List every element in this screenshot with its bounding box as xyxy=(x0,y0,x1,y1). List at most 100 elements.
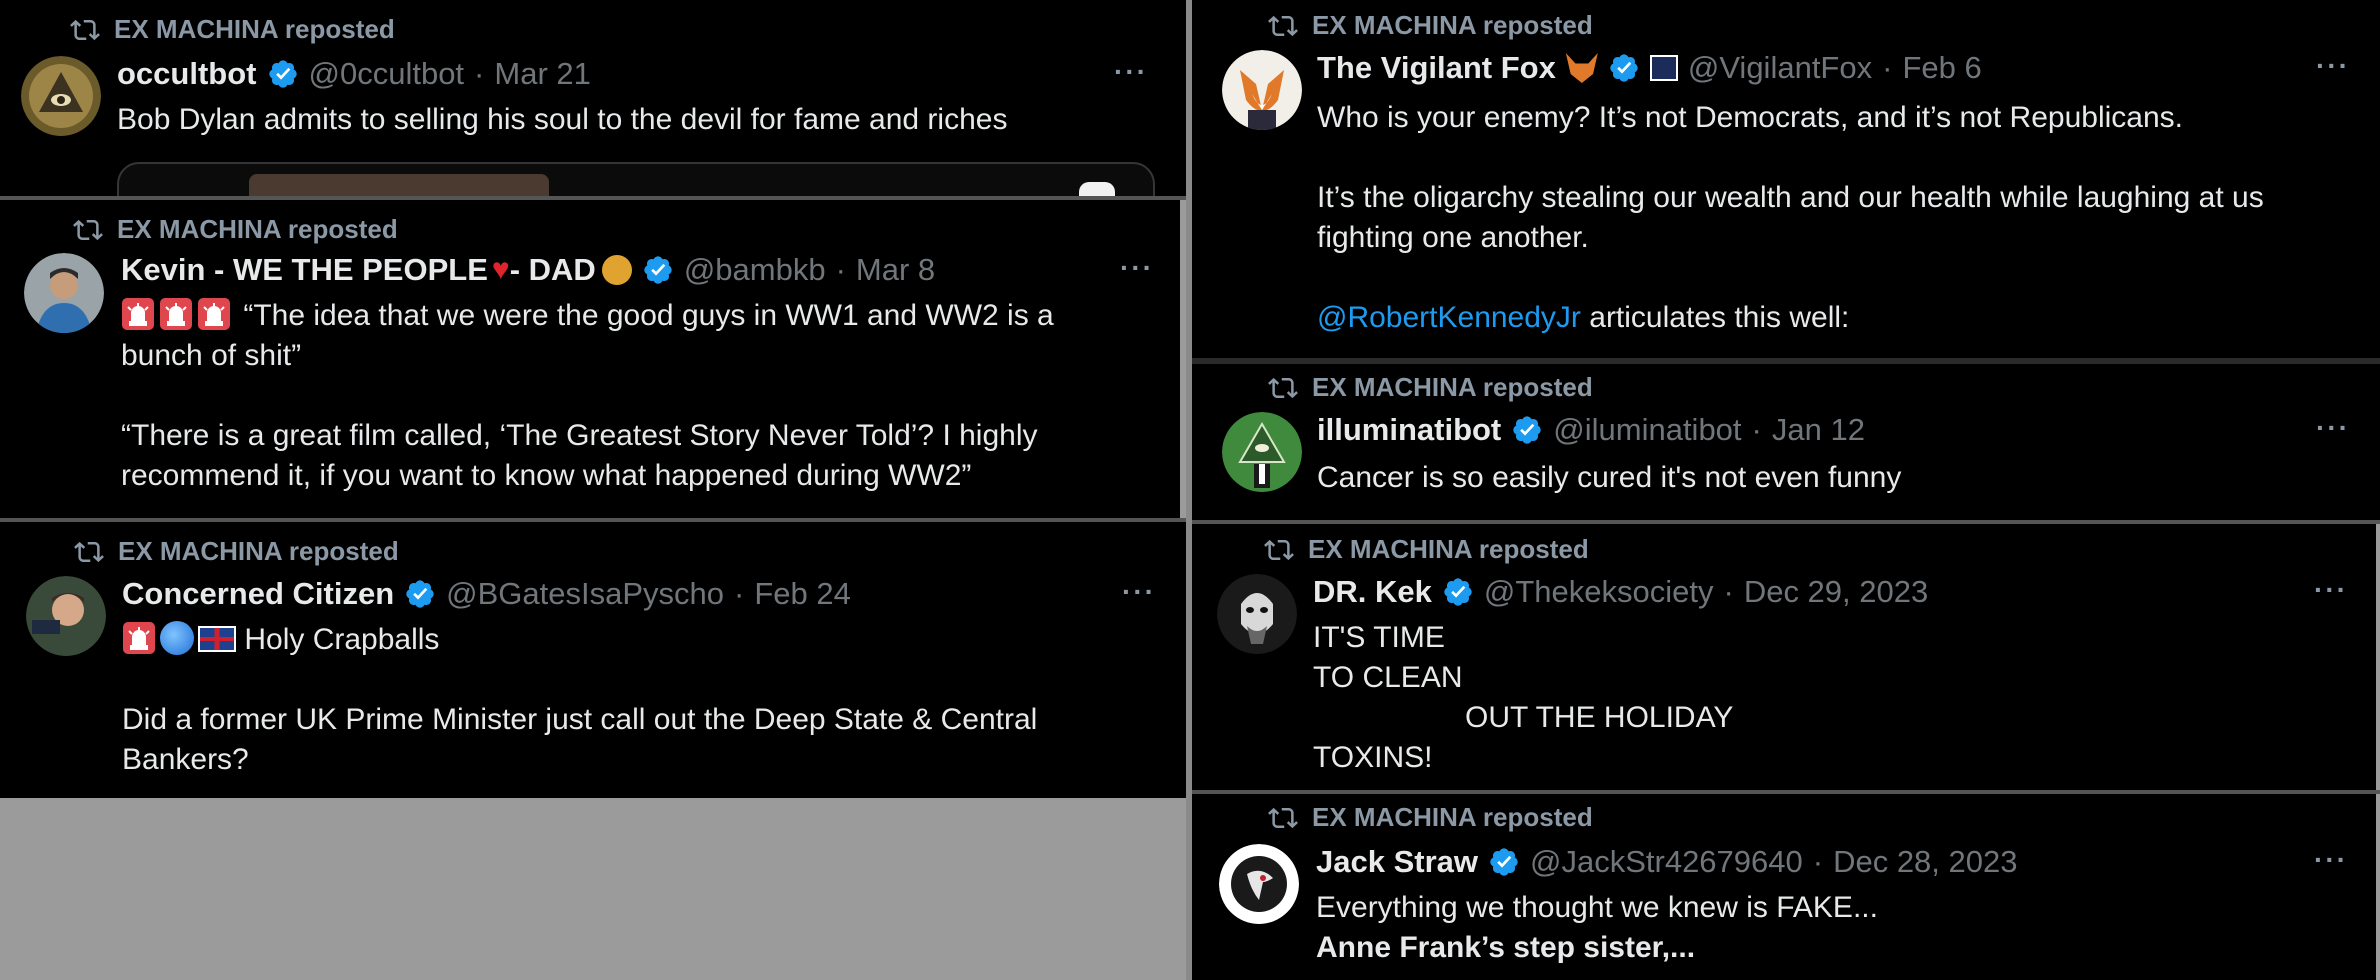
more-options-icon[interactable]: ··· xyxy=(2314,844,2348,876)
handle[interactable]: @Thekeksociety xyxy=(1484,574,1714,610)
repost-icon xyxy=(74,537,104,567)
display-name[interactable]: Concerned Citizen xyxy=(122,576,394,612)
uk-flag-icon xyxy=(198,626,236,652)
mention-link[interactable]: @RobertKennedyJr xyxy=(1317,301,1581,334)
siren-icon xyxy=(122,623,160,656)
tweet-card-occultbot[interactable]: EX MACHINA reposted occultbot @0ccultbot… xyxy=(0,0,1186,196)
verified-badge-icon xyxy=(1442,576,1474,608)
tweet-card-vigilant-fox[interactable]: EX MACHINA reposted The Vigilant Fox @Vi… xyxy=(1192,0,2380,358)
timestamp[interactable]: Feb 24 xyxy=(754,576,851,612)
repost-icon xyxy=(70,15,100,45)
siren-icon xyxy=(159,299,197,332)
row-divider xyxy=(1192,790,2380,794)
separator-dot: · xyxy=(474,56,485,91)
repost-label: EX MACHINA reposted xyxy=(1308,534,1589,564)
repost-icon xyxy=(1268,373,1298,403)
avatar[interactable] xyxy=(1222,412,1302,492)
more-options-icon[interactable]: ··· xyxy=(1122,576,1156,608)
more-options-icon[interactable]: ··· xyxy=(2316,412,2350,444)
separator-dot: · xyxy=(1751,412,1762,447)
tweet-text: Everything we thought we knew is FAKE...… xyxy=(1316,891,1878,964)
tweet-header: Kevin - WE THE PEOPLE ♥ - DAD @bambkb · … xyxy=(121,252,935,288)
row-divider xyxy=(1192,358,2380,364)
display-name[interactable]: Jack Straw xyxy=(1316,844,1478,880)
display-name[interactable]: occultbot xyxy=(117,56,257,92)
tweet-card-dr-kek[interactable]: EX MACHINA reposted DR. Kek @Thekeksocie… xyxy=(1192,524,2376,790)
more-options-icon[interactable]: ··· xyxy=(1120,252,1154,284)
repost-icon xyxy=(1268,803,1298,833)
tweet-card-jack-straw[interactable]: EX MACHINA reposted Jack Straw @JackStr4… xyxy=(1192,794,2376,980)
siren-icon xyxy=(197,299,235,332)
repost-icon xyxy=(73,215,103,245)
tweet-text: “The idea that we were the good guys in … xyxy=(121,299,1063,492)
timestamp[interactable]: Jan 12 xyxy=(1772,412,1865,448)
repost-indicator: EX MACHINA reposted xyxy=(70,14,395,45)
avatar[interactable] xyxy=(1222,50,1302,130)
repost-indicator: EX MACHINA reposted xyxy=(1268,10,1593,41)
handle[interactable]: @BGatesIsaPyscho xyxy=(446,576,724,612)
avatar[interactable] xyxy=(1217,574,1297,654)
display-name[interactable]: The Vigilant Fox xyxy=(1317,50,1556,86)
avatar[interactable] xyxy=(21,56,101,136)
separator-dot: · xyxy=(734,576,745,611)
affiliate-badge-icon xyxy=(1649,55,1678,81)
tweet-header: Jack Straw @JackStr42679640 · Dec 28, 20… xyxy=(1316,844,2018,880)
handle[interactable]: @VigilantFox xyxy=(1688,50,1872,86)
timestamp[interactable]: Dec 29, 2023 xyxy=(1744,574,1928,610)
pyramid-avatar-icon xyxy=(1222,412,1302,492)
tweet-header: Concerned Citizen @BGatesIsaPyscho · Feb… xyxy=(122,576,851,612)
tweet-header: illuminatibot @iluminatibot · Jan 12 xyxy=(1317,412,1865,448)
verified-badge-icon xyxy=(404,578,436,610)
more-options-icon[interactable]: ··· xyxy=(1114,56,1148,88)
handle[interactable]: @iluminatibot xyxy=(1553,412,1741,448)
repost-indicator: EX MACHINA reposted xyxy=(1268,372,1593,403)
lion-icon xyxy=(601,255,632,285)
repost-label: EX MACHINA reposted xyxy=(118,536,399,566)
row-divider xyxy=(0,196,1186,200)
more-options-icon[interactable]: ··· xyxy=(2316,50,2350,82)
media-preview[interactable] xyxy=(117,162,1155,196)
timestamp[interactable]: Dec 28, 2023 xyxy=(1833,844,2017,880)
repost-label: EX MACHINA reposted xyxy=(1312,802,1593,832)
row-divider xyxy=(1192,520,2380,524)
handle[interactable]: @0ccultbot xyxy=(309,56,465,92)
globe-icon xyxy=(160,621,194,655)
repost-label: EX MACHINA reposted xyxy=(1312,10,1593,40)
display-name[interactable]: Kevin - WE THE PEOPLE xyxy=(121,252,488,288)
timestamp[interactable]: Mar 21 xyxy=(494,56,590,92)
tweet-header: occultbot @0ccultbot · Mar 21 xyxy=(117,56,591,92)
timestamp[interactable]: Mar 8 xyxy=(856,252,935,288)
verified-badge-icon xyxy=(1488,846,1520,878)
repost-label: EX MACHINA reposted xyxy=(114,14,395,44)
display-name[interactable]: DR. Kek xyxy=(1313,574,1432,610)
fox-avatar-icon xyxy=(1222,50,1302,130)
tweet-card-concerned-citizen[interactable]: EX MACHINA reposted Concerned Citizen @B… xyxy=(0,522,1186,798)
tweet-text: IT'S TIME TO CLEAN OUT THE HOLIDAY TOXIN… xyxy=(1313,621,1734,774)
display-name-suffix: - DAD xyxy=(509,252,596,287)
eye-emblem-avatar-icon xyxy=(21,56,101,136)
tweet-card-kevin[interactable]: EX MACHINA reposted Kevin - WE THE PEOPL… xyxy=(0,200,1180,518)
verified-badge-icon xyxy=(267,58,299,90)
tweet-text: Who is your enemy? It’s not Democrats, a… xyxy=(1317,101,2273,334)
timestamp[interactable]: Feb 6 xyxy=(1902,50,1981,86)
bird-logo-avatar-icon xyxy=(1219,844,1299,924)
more-options-icon[interactable]: ··· xyxy=(2314,574,2348,606)
verified-badge-icon xyxy=(1608,52,1640,84)
person-photo-avatar-icon xyxy=(26,576,106,656)
tweet-header: The Vigilant Fox @VigilantFox · Feb 6 xyxy=(1317,50,1982,86)
handle[interactable]: @bambkb xyxy=(684,252,826,288)
avatar[interactable] xyxy=(26,576,106,656)
handle[interactable]: @JackStr42679640 xyxy=(1530,844,1803,880)
tweet-header: DR. Kek @Thekeksociety · Dec 29, 2023 xyxy=(1313,574,1928,610)
repost-indicator: EX MACHINA reposted xyxy=(1268,802,1593,833)
avatar[interactable] xyxy=(1219,844,1299,924)
tweet-text: Cancer is so easily cured it's not even … xyxy=(1317,461,1902,494)
display-name[interactable]: illuminatibot xyxy=(1317,412,1501,448)
separator-dot: · xyxy=(835,252,846,287)
person-photo-avatar-icon xyxy=(24,253,104,333)
siren-icon xyxy=(121,299,159,332)
repost-indicator: EX MACHINA reposted xyxy=(1264,534,1589,565)
avatar[interactable] xyxy=(24,253,104,333)
repost-label: EX MACHINA reposted xyxy=(1312,372,1593,402)
tweet-card-illuminatibot[interactable]: EX MACHINA reposted illuminatibot @ilumi… xyxy=(1192,364,2380,520)
